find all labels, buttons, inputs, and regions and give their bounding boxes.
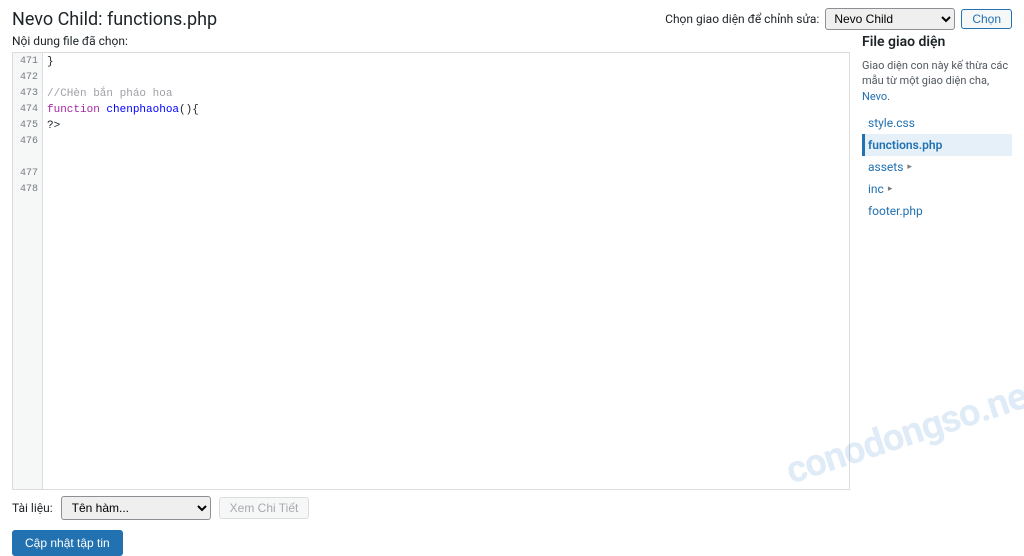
file-item-assets[interactable]: assets▸ xyxy=(862,156,1012,178)
sidebar-desc: Giao diện con này kế thừa các mẫu từ một… xyxy=(862,58,1012,104)
update-file-button[interactable]: Cập nhật tập tin xyxy=(12,530,123,556)
file-item-style-css[interactable]: style.css xyxy=(862,112,1012,134)
content-subtitle: Nội dung file đã chọn: xyxy=(12,34,850,48)
theme-select[interactable]: Nevo Child xyxy=(825,8,955,30)
sidebar-heading: File giao diện xyxy=(862,34,1012,50)
docs-label: Tài liệu: xyxy=(12,501,53,515)
code-content[interactable]: }//CHèn bắn pháo hoafunction chenphaohoa… xyxy=(43,53,849,169)
code-editor[interactable]: 471472473474475476477478 }//CHèn bắn phá… xyxy=(12,52,850,490)
file-item-functions-php[interactable]: functions.php xyxy=(862,134,1012,156)
file-item-footer-php[interactable]: footer.php xyxy=(862,200,1012,222)
theme-select-label: Chọn giao diện để chỉnh sửa: xyxy=(665,12,819,26)
file-item-inc[interactable]: inc▸ xyxy=(862,178,1012,200)
parent-theme-link[interactable]: Nevo xyxy=(862,90,887,103)
function-select[interactable]: Tên hàm... xyxy=(61,496,211,520)
detail-button: Xem Chi Tiết xyxy=(219,497,310,519)
select-button[interactable]: Chọn xyxy=(961,9,1012,29)
line-gutter: 471472473474475476477478 xyxy=(13,53,43,489)
file-list: style.cssfunctions.phpassets▸inc▸footer.… xyxy=(862,112,1012,222)
page-title: Nevo Child: functions.php xyxy=(12,9,217,30)
